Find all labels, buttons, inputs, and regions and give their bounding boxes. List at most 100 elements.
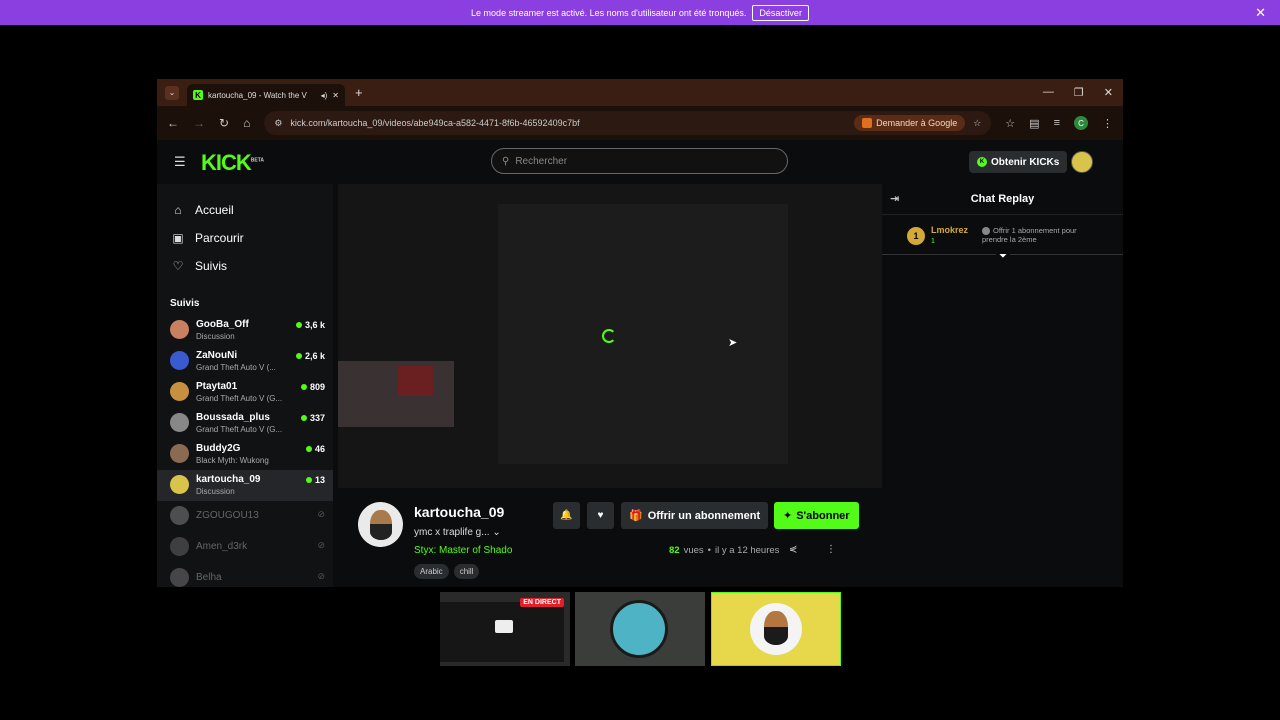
user-avatar[interactable]: [1071, 151, 1093, 173]
profile-avatar[interactable]: C: [1074, 116, 1088, 130]
close-icon[interactable]: ✕: [1255, 5, 1266, 21]
screen-share-thumbnail[interactable]: EN DIRECT: [440, 592, 570, 666]
extensions-icon[interactable]: ☆: [1005, 117, 1015, 130]
streamer-avatar[interactable]: [358, 502, 403, 547]
tab-search-chevron-icon[interactable]: ⌄: [165, 85, 179, 100]
follow-heart-button[interactable]: ♥: [587, 502, 614, 529]
tab-title: kartoucha_09 - Watch the V: [208, 90, 307, 100]
disable-streamer-mode-button[interactable]: Désactiver: [752, 4, 809, 21]
hamburger-menu-icon[interactable]: ☰: [174, 154, 186, 170]
get-kicks-button[interactable]: K Obtenir KICKs: [969, 151, 1068, 173]
video-player[interactable]: ➤: [338, 184, 882, 488]
forward-icon[interactable]: →: [193, 116, 205, 130]
tab-close-icon[interactable]: ✕: [332, 91, 339, 100]
logo-text: KICK: [201, 150, 252, 175]
video-frame: [498, 204, 788, 464]
nav-following-label: Suivis: [195, 259, 228, 273]
nav-browse[interactable]: ▣ Parcourir: [157, 224, 333, 252]
followed-channel[interactable]: Ptayta01 Grand Theft Auto V (G... 809: [157, 377, 333, 408]
offline-channel[interactable]: Belha ⊘: [157, 563, 333, 587]
share-icon[interactable]: ⋞: [789, 544, 797, 555]
participant-avatar: [610, 600, 668, 658]
offline-channel[interactable]: Amen_d3rk ⊘: [157, 532, 333, 563]
mouse-cursor-icon: ➤: [728, 337, 738, 349]
notification-bell-button[interactable]: 🔔: [553, 502, 580, 529]
channel-avatar: [170, 506, 189, 525]
window-close-icon[interactable]: ✕: [1104, 86, 1113, 99]
more-options-icon[interactable]: ⋮: [826, 544, 836, 555]
tag-list: Arabic chill: [414, 564, 480, 579]
channel-avatar: [170, 444, 189, 463]
channel-category: Grand Theft Auto V (G...: [196, 394, 283, 403]
gift-prompt-text: Offrir 1 abonnement pour prendre la 2ème: [982, 226, 1077, 245]
followed-channel[interactable]: Buddy2G Black Myth: Wukong 46: [157, 439, 333, 470]
ask-google-label: Demander à Google: [876, 118, 958, 128]
gift-prompt[interactable]: Offrir 1 abonnement pour prendre la 2ème: [982, 226, 1102, 244]
browser-tab[interactable]: K kartoucha_09 - Watch the V ◂) ✕: [187, 84, 345, 106]
stream-info: kartoucha_09 ymc x traplife g... ⌄ Styx:…: [338, 492, 882, 587]
minimize-icon[interactable]: —: [1043, 86, 1054, 99]
channel-category: Discussion: [196, 487, 235, 496]
followed-channel[interactable]: ZaNouNi Grand Theft Auto V (... 2,6 k: [157, 346, 333, 377]
url-field[interactable]: ⚙ kick.com/kartoucha_09/videos/abe949ca-…: [264, 111, 992, 135]
kick-logo[interactable]: KICKBETA: [201, 150, 264, 176]
followed-channel[interactable]: GooBa_Off Discussion 3,6 k: [157, 315, 333, 346]
restore-icon[interactable]: ❐: [1074, 86, 1084, 99]
stream-category[interactable]: Styx: Master of Shado: [414, 545, 512, 556]
bookmark-star-icon[interactable]: ☆: [973, 118, 981, 129]
participant-thumbnail[interactable]: [575, 592, 705, 666]
rank-badge: 1: [907, 227, 925, 245]
stream-title[interactable]: ymc x traplife g... ⌄: [414, 527, 501, 538]
followed-channel-active[interactable]: kartoucha_09 Discussion 13: [157, 470, 333, 501]
site-info-icon[interactable]: ⚙: [274, 118, 282, 129]
url-text: kick.com/kartoucha_09/videos/abe949ca-a5…: [290, 118, 580, 128]
viewer-count-value: 2,6 k: [304, 351, 325, 361]
nav-browse-label: Parcourir: [195, 231, 244, 245]
channel-avatar: [170, 568, 189, 587]
streamer-name[interactable]: kartoucha_09: [414, 504, 504, 520]
flag-graphic: [398, 366, 433, 396]
speaker-icon[interactable]: ◂): [321, 91, 328, 100]
tag[interactable]: chill: [453, 564, 480, 579]
heart-icon: ♥: [597, 510, 604, 521]
gift-info-icon: [982, 227, 990, 236]
search-input[interactable]: ⚲ Rechercher: [491, 148, 788, 174]
home-icon[interactable]: ⌂: [243, 116, 250, 130]
offline-icon: ⊘: [317, 509, 325, 519]
subscribe-button[interactable]: ✦ S'abonner: [774, 502, 859, 529]
bell-icon: 🔔: [560, 510, 573, 521]
loading-spinner-icon: [602, 329, 616, 343]
live-dot-icon: [300, 415, 307, 421]
offline-channel[interactable]: ZGOUGOU13 ⊘: [157, 501, 333, 532]
chat-panel: ⇥ Chat Replay 1 Lmokrez 1 Offrir 1 abonn…: [882, 184, 1123, 587]
gifter-name[interactable]: Lmokrez: [931, 225, 968, 235]
live-dot-icon: [305, 446, 312, 452]
viewer-count: 46: [305, 444, 325, 454]
gift-leaderboard: 1 Lmokrez 1 Offrir 1 abonnement pour pre…: [882, 215, 1123, 262]
live-dot-icon: [295, 353, 302, 359]
followed-channel[interactable]: Boussada_plus Grand Theft Auto V (G... 3…: [157, 408, 333, 439]
gift-subscription-button[interactable]: 🎁 Offrir un abonnement: [621, 502, 769, 529]
tag[interactable]: Arabic: [414, 564, 449, 579]
gift-count: 1: [931, 238, 935, 245]
collapse-chat-icon[interactable]: ⇥: [890, 192, 899, 205]
media-control-icon[interactable]: ≡: [1054, 117, 1060, 129]
channel-avatar: [170, 320, 189, 339]
nav-following[interactable]: ♡ Suivis: [157, 252, 333, 280]
reload-icon[interactable]: ↻: [219, 116, 229, 130]
new-tab-icon[interactable]: +: [355, 85, 363, 100]
ask-google-button[interactable]: Demander à Google: [854, 115, 966, 131]
viewer-count-value: 46: [314, 444, 325, 454]
live-dot-icon: [295, 322, 302, 328]
participant-thumbnail-speaking[interactable]: [711, 592, 841, 666]
browser-window: ⌄ K kartoucha_09 - Watch the V ◂) ✕ + — …: [157, 79, 1123, 587]
menu-dots-icon[interactable]: ⋮: [1102, 117, 1113, 130]
sidebar-icon[interactable]: ▤: [1029, 117, 1039, 130]
tab-bar: ⌄ K kartoucha_09 - Watch the V ◂) ✕ + — …: [157, 79, 1123, 106]
avatar-beard: [370, 524, 392, 540]
nav-home[interactable]: ⌂ Accueil: [157, 196, 333, 224]
viewer-count: 2,6 k: [295, 351, 325, 361]
back-icon[interactable]: ←: [167, 116, 179, 130]
expand-leaderboard-icon[interactable]: ⏷: [996, 251, 1010, 262]
participant-thumbnails: EN DIRECT: [440, 592, 841, 666]
